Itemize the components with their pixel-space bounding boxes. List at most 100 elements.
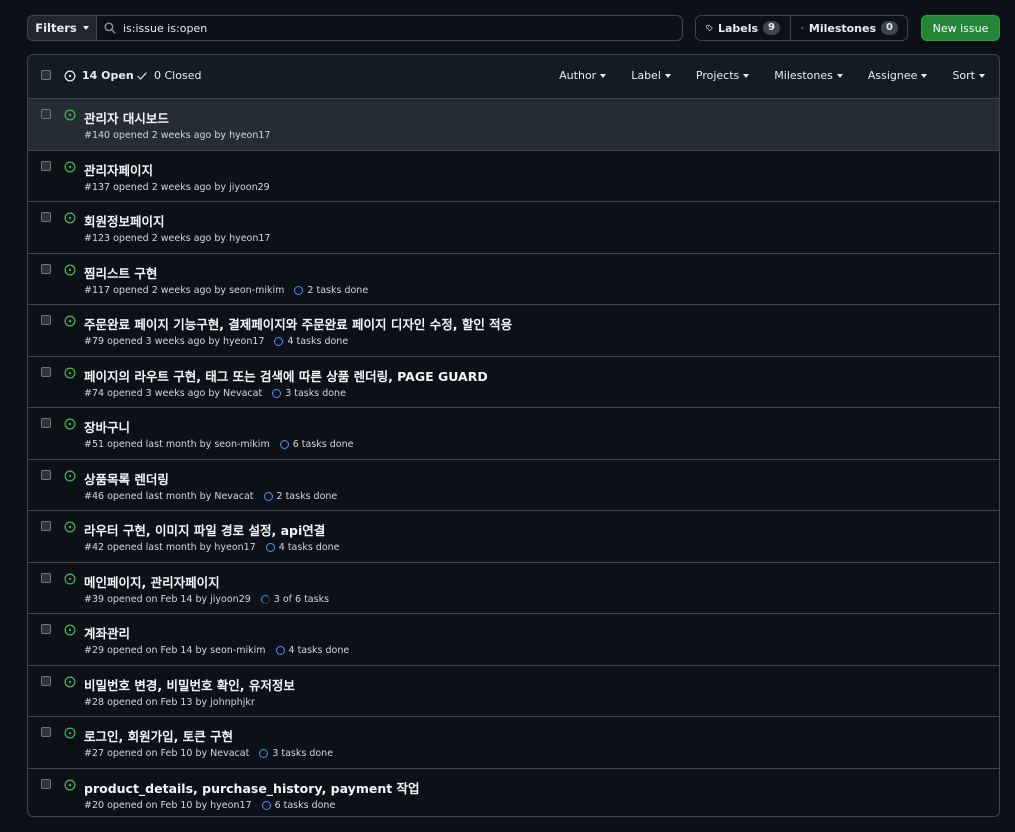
issue-title-link[interactable]: 라우터 구현, 이미지 파일 경로 설정, api연결	[84, 520, 325, 539]
issue-checkbox[interactable]	[41, 160, 51, 171]
issue-meta-text: #27 opened on Feb 10 by Nevacat	[84, 748, 250, 759]
issue-checkbox[interactable]	[41, 418, 51, 428]
issue-meta-text: #137 opened 2 weeks ago by jiyoon29	[84, 181, 270, 193]
issue-checkbox[interactable]	[41, 315, 51, 325]
issue-row[interactable]: 주문완료 페이지 기능구현, 결제페이지와 주문완료 페이지 디자인 수정, 할…	[28, 305, 999, 357]
milestones-menu[interactable]: Milestones	[774, 69, 843, 82]
open-issues-tab[interactable]: 14 Open	[64, 69, 134, 82]
issue-title-link[interactable]: 찜리스트 구현	[84, 263, 157, 282]
issues-list-header: 14 Open 0 Closed Author Label Projects M…	[28, 55, 999, 99]
issue-meta: #20 opened on Feb 10 by hyeon17 6 tasks d…	[84, 800, 335, 811]
issue-title-link[interactable]: 회원정보페이지	[84, 211, 165, 230]
issue-title-link[interactable]: 로그인, 회원가입, 토큰 구현	[84, 726, 233, 745]
check-icon	[137, 71, 147, 80]
new-issue-button[interactable]: New issue	[921, 15, 1000, 41]
issue-row[interactable]: 관리자 대시보드 #140 opened 2 weeks ago by hyeon…	[28, 99, 999, 151]
issues-list: 14 Open 0 Closed Author Label Projects M…	[27, 54, 1000, 817]
issue-row[interactable]: 장바구니 #51 opened last month by seon-mikim 6…	[28, 408, 999, 460]
issue-title-link[interactable]: 관리자페이지	[84, 160, 153, 179]
task-progress: 4 tasks done	[274, 336, 348, 347]
milestones-button[interactable]: Milestones 0	[791, 16, 908, 40]
issue-row[interactable]: 비밀번호 변경, 비밀번호 확인, 유저정보 #28 opened on Feb …	[28, 666, 999, 717]
issue-opened-icon	[64, 573, 76, 588]
issue-meta: #27 opened on Feb 10 by Nevacat 3 tasks d…	[84, 748, 333, 759]
issue-meta: #74 opened 3 weeks ago by Nevacat 3 tasks…	[84, 388, 346, 399]
issue-checkbox[interactable]	[41, 675, 51, 686]
progress-ring-icon	[263, 491, 273, 501]
projects-menu[interactable]: Projects	[696, 69, 750, 82]
issue-row[interactable]: 계좌관리 #29 opened on Feb 14 by seon-mikim 4 …	[28, 614, 999, 666]
issue-meta-text: #46 opened last month by Nevacat	[84, 490, 254, 502]
issue-title-link[interactable]: 계좌관리	[84, 623, 130, 642]
issue-meta: #42 opened last month by hyeon17 4 tasks …	[84, 542, 340, 553]
filter-menus: Author Label Projects Milestones Assigne…	[534, 69, 985, 82]
search-input[interactable]	[123, 21, 663, 35]
author-menu-label: Author	[559, 69, 597, 82]
labels-count: 9	[763, 21, 780, 35]
issue-row[interactable]: 관리자페이지 #137 opened 2 weeks ago by jiyoon2…	[28, 151, 999, 202]
sort-menu[interactable]: Sort	[952, 69, 985, 82]
issue-row[interactable]: 로그인, 회원가입, 토큰 구현 #27 opened on Feb 10 by …	[28, 717, 999, 769]
issue-title-link[interactable]: 장바구니	[84, 417, 130, 436]
issue-checkbox[interactable]	[41, 624, 51, 634]
task-progress-label: 2 tasks done	[307, 284, 369, 296]
author-menu[interactable]: Author	[559, 69, 607, 82]
open-count-label: 14 Open	[82, 69, 134, 82]
issue-row[interactable]: 회원정보페이지 #123 opened 2 weeks ago by hyeon1…	[28, 202, 999, 254]
tag-icon	[706, 24, 713, 32]
issue-meta: #39 opened on Feb 14 by jiyoon29 3 of 6 t…	[84, 594, 329, 605]
chevron-down-icon	[600, 73, 607, 78]
issue-checkbox[interactable]	[41, 778, 51, 789]
task-progress: 3 tasks done	[259, 748, 333, 759]
issue-title-link[interactable]: 상품목록 렌더링	[84, 469, 169, 488]
task-progress-label: 3 of 6 tasks	[273, 593, 330, 605]
issue-row[interactable]: 찜리스트 구현 #117 opened 2 weeks ago by seon-m…	[28, 254, 999, 305]
issue-opened-icon	[64, 624, 76, 639]
issue-opened-icon	[64, 264, 76, 279]
task-progress-label: 6 tasks done	[292, 439, 354, 450]
search-icon	[104, 22, 116, 34]
progress-ring-icon	[259, 749, 269, 758]
issue-title-link[interactable]: 비밀번호 변경, 비밀번호 확인, 유저정보	[84, 675, 295, 694]
issue-checkbox[interactable]	[41, 469, 51, 480]
issue-row[interactable]: 페이지의 라우트 구현, 태그 또는 검색에 따른 상품 렌더링, PAGE G…	[28, 357, 999, 408]
issue-checkbox[interactable]	[41, 727, 51, 737]
issue-opened-icon	[64, 727, 76, 742]
issue-opened-icon	[64, 212, 76, 227]
issue-opened-icon	[64, 470, 76, 485]
issue-title-link[interactable]: 관리자 대시보드	[84, 108, 169, 127]
issue-search-field[interactable]	[96, 15, 683, 41]
chevron-down-icon	[664, 73, 671, 78]
issue-title-link[interactable]: 주문완료 페이지 기능구현, 결제페이지와 주문완료 페이지 디자인 수정, 할…	[84, 314, 512, 333]
issue-checkbox[interactable]	[41, 109, 51, 119]
issue-checkbox[interactable]	[41, 572, 51, 583]
issue-checkbox[interactable]	[41, 366, 51, 377]
task-progress: 3 of 6 tasks	[260, 593, 330, 605]
issue-title-link[interactable]: product_details, purchase_history, payme…	[84, 778, 420, 797]
task-progress-label: 4 tasks done	[278, 542, 340, 553]
progress-ring-icon	[275, 646, 285, 655]
assignee-menu[interactable]: Assignee	[868, 69, 928, 82]
issue-row[interactable]: 라우터 구현, 이미지 파일 경로 설정, api연결 #42 opened la…	[28, 511, 999, 563]
issue-checkbox[interactable]	[41, 521, 51, 531]
issue-opened-icon	[64, 161, 76, 176]
issue-checkbox[interactable]	[41, 263, 51, 274]
labels-button[interactable]: Labels 9	[696, 16, 791, 40]
issue-title-link[interactable]: 페이지의 라우트 구현, 태그 또는 검색에 따른 상품 렌더링, PAGE G…	[84, 366, 488, 385]
closed-count-label: 0 Closed	[154, 69, 202, 82]
label-menu-label: Label	[631, 69, 661, 82]
filters-button[interactable]: Filters	[27, 15, 97, 41]
milestones-menu-label: Milestones	[774, 69, 833, 82]
issue-meta-text: #29 opened on Feb 14 by seon-mikim	[84, 645, 266, 656]
issue-row[interactable]: 메인페이지, 관리자페이지 #39 opened on Feb 14 by jiy…	[28, 563, 999, 614]
milestones-label: Milestones	[808, 21, 877, 35]
issue-row[interactable]: 상품목록 렌더링 #46 opened last month by Nevacat…	[28, 460, 999, 511]
label-menu[interactable]: Label	[631, 69, 671, 82]
issue-opened-icon	[64, 315, 76, 330]
issue-title-link[interactable]: 메인페이지, 관리자페이지	[84, 572, 220, 591]
progress-ring-icon	[265, 543, 275, 552]
issue-row[interactable]: product_details, purchase_history, payme…	[28, 769, 999, 817]
closed-issues-tab[interactable]: 0 Closed	[136, 69, 201, 82]
issue-checkbox[interactable]	[41, 212, 51, 222]
select-all-checkbox[interactable]	[41, 70, 51, 80]
